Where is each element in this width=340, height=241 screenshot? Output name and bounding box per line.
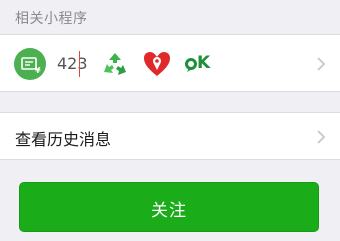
chevron-right-icon xyxy=(316,129,326,145)
invoice-app-icon[interactable]: ¥ xyxy=(14,48,46,80)
view-history-label: 查看历史消息 xyxy=(15,130,112,149)
ok-app-icon[interactable]: K xyxy=(184,48,216,80)
recycle-app-icon[interactable] xyxy=(99,48,131,80)
mini-programs-title: 相关小程序 xyxy=(15,11,88,27)
follow-button[interactable]: 关注 xyxy=(19,182,319,232)
heart-location-app-icon[interactable] xyxy=(141,48,173,80)
ok-app-letter: K xyxy=(197,53,211,73)
423-app-icon[interactable]: 423 xyxy=(57,48,93,80)
text-cursor-mark xyxy=(79,51,80,77)
follow-button-label: 关注 xyxy=(151,201,187,221)
chevron-right-icon xyxy=(316,56,326,72)
svg-text:¥: ¥ xyxy=(35,66,41,75)
view-history-row[interactable]: 查看历史消息 xyxy=(0,112,340,160)
mini-programs-row[interactable]: ¥ 423 K xyxy=(0,34,340,92)
423-app-text: 423 xyxy=(57,54,88,73)
mini-programs-header: 相关小程序 xyxy=(0,0,340,34)
